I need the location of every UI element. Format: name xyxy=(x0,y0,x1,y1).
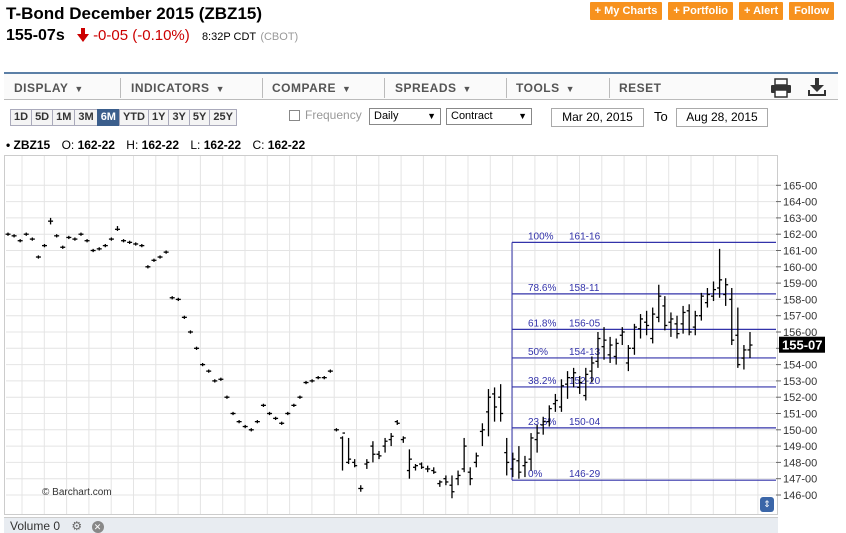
y-tick-label: 161-00 xyxy=(783,246,817,258)
y-tick-label: 165-00 xyxy=(783,180,817,192)
y-tick-label: 153-00 xyxy=(783,376,817,388)
y-tick-label: 164-00 xyxy=(783,197,817,209)
current-price-label: 155-07 xyxy=(782,338,822,353)
y-tick-label: 158-00 xyxy=(783,294,817,306)
y-tick-label: 159-00 xyxy=(783,278,817,290)
y-tick-label: 147-00 xyxy=(783,474,817,486)
y-tick-label: 152-00 xyxy=(783,392,817,404)
volume-panel: Volume 0 ⚙ ✕ xyxy=(4,517,778,533)
price-chart: 146-00 147-00 148-00 149-00 150-00 151-00 152-… xyxy=(5,156,825,514)
y-tick-label: 149-00 xyxy=(783,441,817,453)
fib-price-label: 150-04 xyxy=(569,417,601,428)
fib-price-label: 161-16 xyxy=(569,231,601,242)
y-tick-label: 148-00 xyxy=(783,457,817,469)
y-tick-label: 146-00 xyxy=(783,490,817,502)
y-tick-label: 157-00 xyxy=(783,311,817,323)
y-tick-label: 162-00 xyxy=(783,229,817,241)
y-tick-label: 150-00 xyxy=(783,425,817,437)
y-tick-label: 154-00 xyxy=(783,360,817,372)
y-tick-label: 163-00 xyxy=(783,213,817,225)
fib-price-label: 154-13 xyxy=(569,347,601,358)
volume-label: Volume 0 xyxy=(10,519,61,533)
fib-pct-label: 50% xyxy=(528,347,548,358)
fib-pct-label: 23.6% xyxy=(528,417,556,428)
fib-price-label: 158-11 xyxy=(569,283,600,294)
fib-price-label: 156-05 xyxy=(569,318,601,329)
y-tick-label: 151-00 xyxy=(783,409,817,421)
y-tick-label: 160-00 xyxy=(783,262,817,274)
close-icon[interactable]: ✕ xyxy=(91,521,104,533)
fib-price-label: 146-29 xyxy=(569,469,601,480)
fib-pct-label: 61.8% xyxy=(528,318,556,329)
gear-icon[interactable]: ⚙ xyxy=(71,518,82,533)
fib-pct-label: 100% xyxy=(528,231,554,242)
fib-pct-label: 78.6% xyxy=(528,283,556,294)
scroll-updown-icon[interactable]: ⇕ xyxy=(760,497,774,512)
fib-pct-label: 0% xyxy=(528,469,543,480)
barchart-credit: © Barchart.com xyxy=(42,487,112,498)
fib-pct-label: 38.2% xyxy=(528,376,556,387)
